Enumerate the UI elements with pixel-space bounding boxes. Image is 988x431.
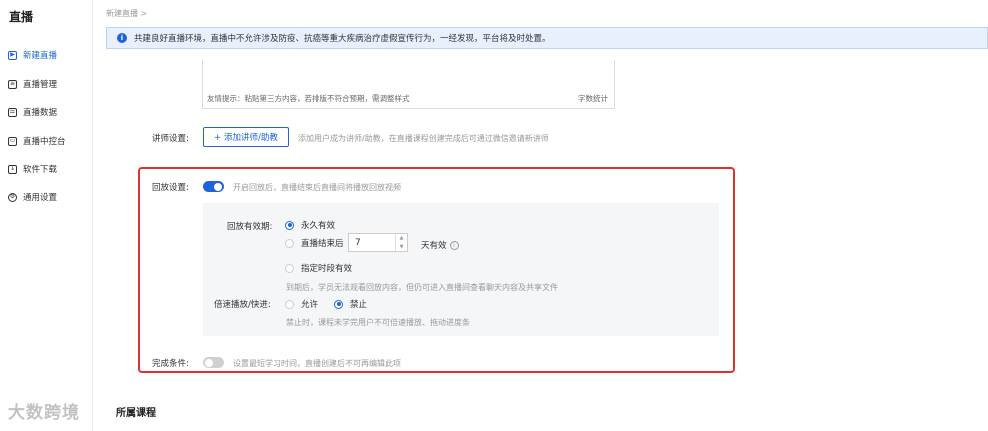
replay-label: 回放设置:: [152, 183, 189, 193]
add-lecturer-button[interactable]: + 添加讲师/助教: [203, 127, 289, 147]
radio-forever[interactable]: 永久有效: [285, 219, 335, 231]
sidebar-item-label: 通用设置: [23, 193, 58, 203]
download-icon: ↓: [8, 164, 17, 174]
stepper[interactable]: ▲ ▼: [395, 234, 407, 251]
lecturer-hint: 添加用户成为讲师/助教，在直播课程创建完成后可通过微信邀请新讲师: [298, 134, 549, 143]
watermark: 大数跨境: [8, 403, 80, 423]
sidebar-item-software-download[interactable]: ↓ 软件下载: [8, 162, 57, 176]
section-title: 所属课程: [116, 408, 156, 419]
sidebar-item-label: 直播数据: [23, 108, 58, 118]
radio-speed-forbid[interactable]: 禁止: [334, 298, 367, 310]
radio-after-end[interactable]: 直播结束后: [285, 237, 344, 249]
breadcrumb[interactable]: 新建直播 >: [106, 8, 147, 19]
lecturer-label: 讲师设置:: [152, 134, 189, 144]
data-icon: ☰: [8, 107, 17, 117]
completion-label: 完成条件:: [152, 359, 189, 369]
sidebar: 直播 ▶ 新建直播 ≡ 直播管理 ☰ 直播数据 ▭ 直播中控台 ↓ 软件下载 ⚙…: [0, 0, 93, 431]
sidebar-item-live-management[interactable]: ≡ 直播管理: [8, 77, 57, 91]
sidebar-item-live-console[interactable]: ▭ 直播中控台: [8, 134, 66, 148]
info-icon: i: [117, 33, 127, 43]
speed-hint: 禁止时，课程未学完用户不可倍速播放、拖动进度条: [286, 318, 470, 327]
radio-specified-period[interactable]: 指定时段有效: [285, 262, 352, 274]
rich-text-editor[interactable]: 友情提示：粘贴第三方内容，若排版不符合预期，需调整样式 字数统计: [202, 60, 615, 109]
word-count: 字数统计: [578, 94, 608, 103]
sidebar-item-general-settings[interactable]: ⚙ 通用设置: [8, 190, 57, 204]
sidebar-item-new-live[interactable]: ▶ 新建直播: [8, 48, 57, 62]
sidebar-item-label: 软件下载: [23, 165, 58, 175]
replay-validity-label: 回放有效期:: [227, 222, 273, 232]
radio-speed-allow[interactable]: 允许: [285, 298, 318, 310]
notice-text: 共建良好直播环境，直播中不允许涉及防疫、抗癌等重大疾病治疗虚假宣传行为，一经发现…: [134, 34, 551, 44]
days-unit: 天有效 i: [421, 239, 459, 251]
sidebar-item-live-data[interactable]: ☰ 直播数据: [8, 105, 57, 119]
editor-tip: 友情提示：粘贴第三方内容，若排版不符合预期，需调整样式: [207, 94, 410, 103]
notice-banner: i 共建良好直播环境，直播中不允许涉及防疫、抗癌等重大疾病治疗虚假宣传行为，一经…: [106, 27, 988, 49]
list-icon: ≡: [8, 79, 17, 89]
sidebar-title: 直播: [9, 10, 34, 24]
replay-hint: 开启回放后，直播结束后直播间将播放回放视频: [233, 183, 401, 192]
completion-hint: 设置最短学习时间，直播创建后不可再编辑此项: [233, 359, 401, 368]
speed-label: 倍速播放/快进:: [214, 300, 271, 310]
days-input[interactable]: 7 ▲ ▼: [348, 233, 408, 252]
live-camera-icon: ▶: [8, 50, 17, 60]
main-content: 新建直播 > i 共建良好直播环境，直播中不允许涉及防疫、抗癌等重大疾病治疗虚假…: [93, 0, 988, 431]
sidebar-item-label: 新建直播: [23, 51, 58, 61]
info-icon[interactable]: i: [449, 241, 459, 250]
monitor-icon: ▭: [8, 136, 17, 146]
completion-toggle[interactable]: [203, 357, 224, 368]
expire-hint: 到期后，学员无法观看回放内容，但仍可进入直播间查看聊天内容及共享文件: [286, 283, 558, 292]
sidebar-item-label: 直播中控台: [23, 137, 66, 147]
gear-icon: ⚙: [8, 192, 17, 202]
sidebar-item-label: 直播管理: [23, 80, 58, 90]
replay-toggle[interactable]: [203, 181, 224, 192]
